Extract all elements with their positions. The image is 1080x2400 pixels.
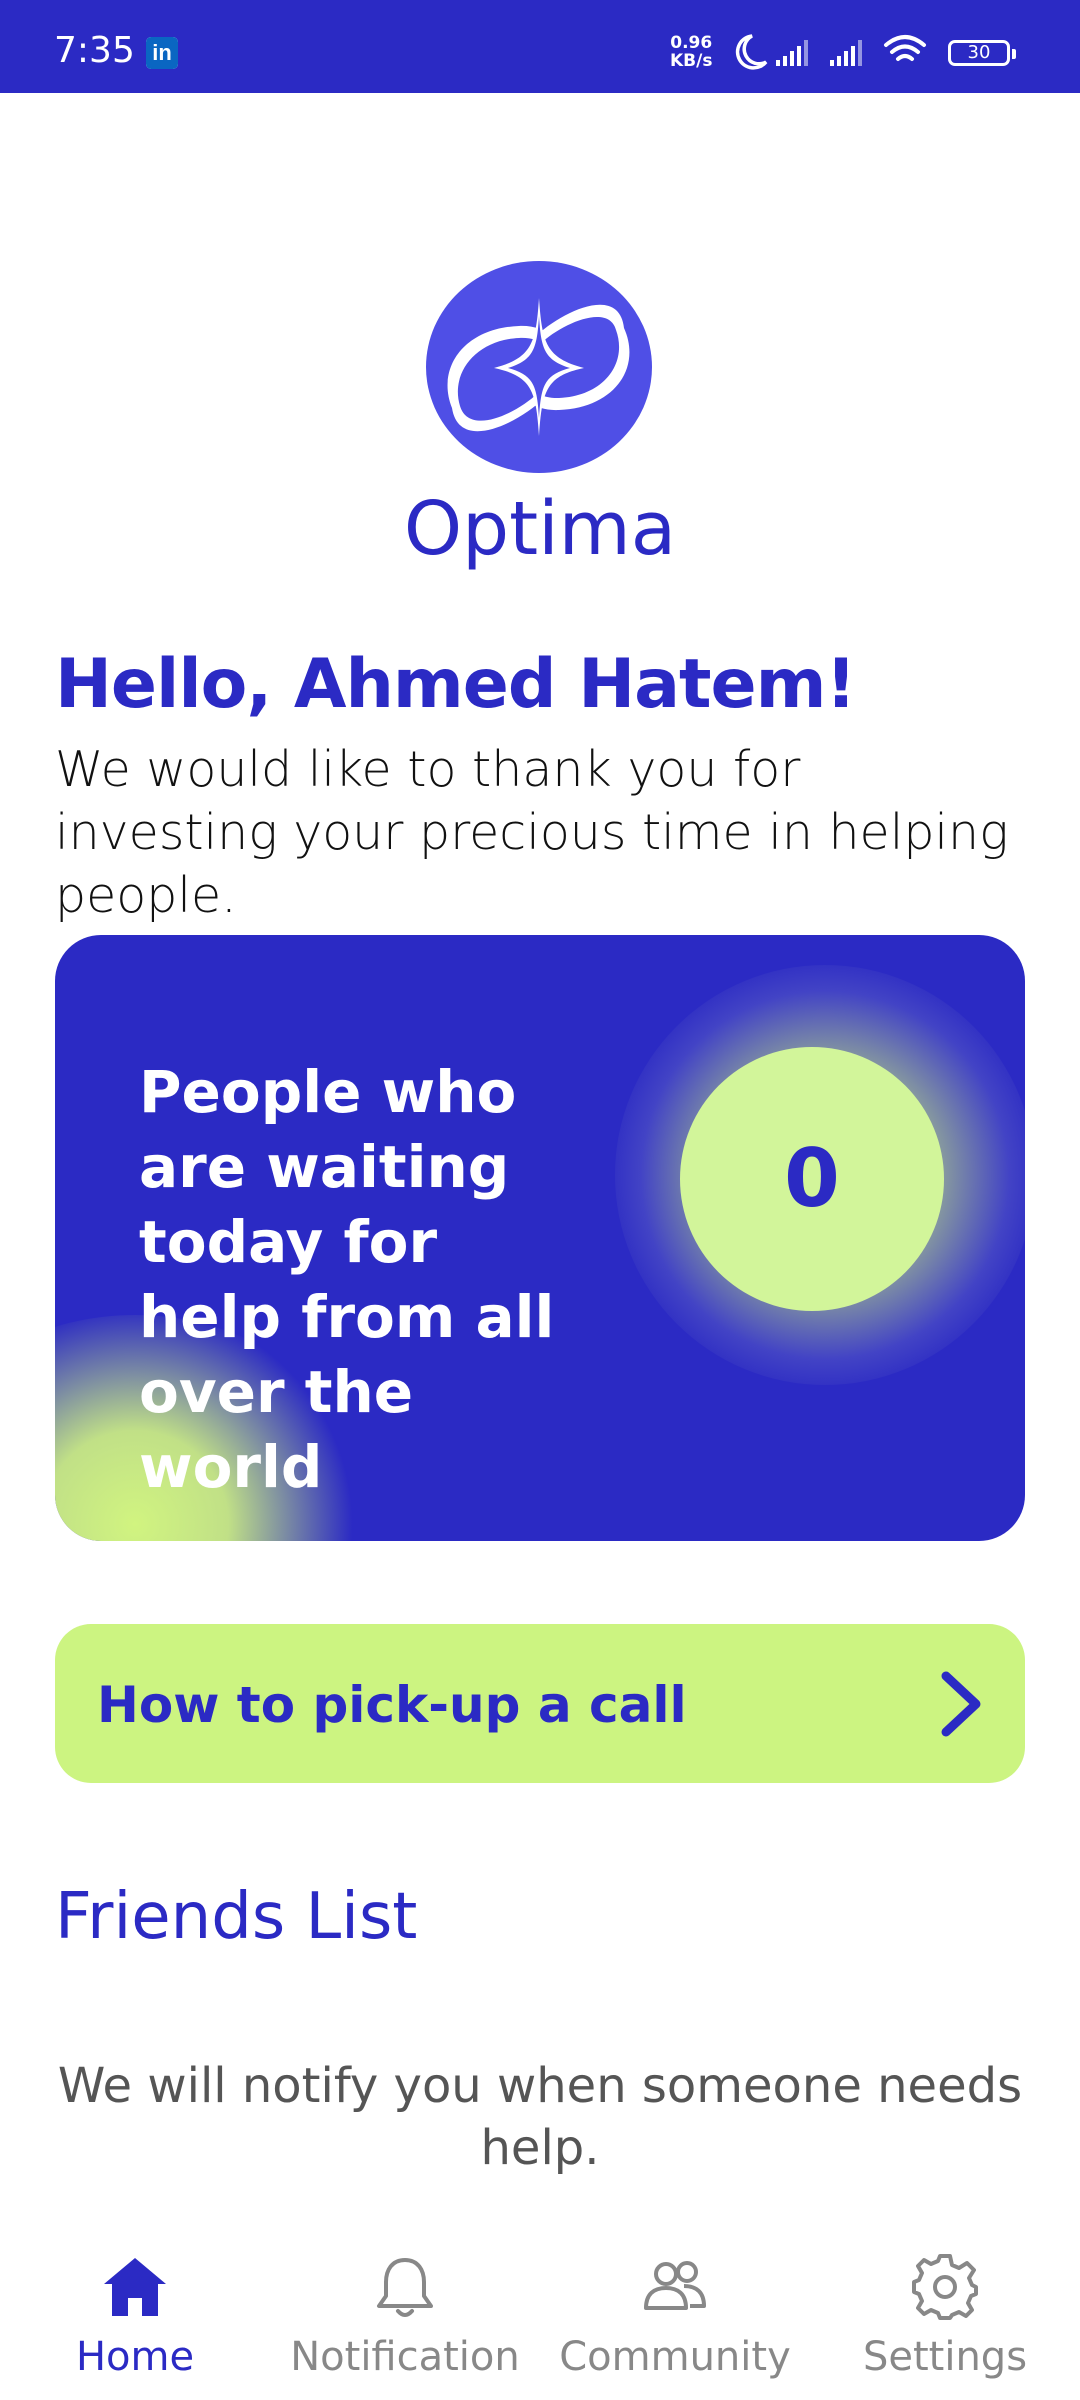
friends-empty-message: We will notify you when someone needs he… bbox=[0, 2055, 1080, 2179]
moon-icon bbox=[735, 34, 768, 70]
people-icon bbox=[644, 2261, 706, 2310]
bell-icon bbox=[377, 2258, 433, 2317]
signal-icon-1 bbox=[776, 40, 808, 66]
network-speed: 0.96 KB/s bbox=[670, 34, 712, 70]
bottom-navigation: Home Notification Community Settings bbox=[0, 2240, 1080, 2400]
greeting-text: We would like to thank you for investing… bbox=[55, 741, 1009, 924]
friends-list-title: Friends List bbox=[55, 1880, 418, 1954]
nav-community-label: Community bbox=[559, 2334, 791, 2380]
chevron-right-icon bbox=[941, 1671, 981, 1737]
optima-logo-icon bbox=[426, 261, 652, 473]
nav-settings-label: Settings bbox=[862, 2334, 1028, 2380]
waiting-count: 0 bbox=[680, 1047, 944, 1311]
how-to-pickup-call-button[interactable]: How to pick-up a call bbox=[55, 1624, 1025, 1783]
status-time: 7:35 bbox=[54, 30, 135, 71]
wifi-icon bbox=[884, 35, 926, 61]
friends-empty-message-text: We will notify you when someone needs he… bbox=[57, 2058, 1023, 2176]
linkedin-notification-icon: in bbox=[146, 37, 178, 69]
waiting-people-card: 0 People who are waiting today for help … bbox=[55, 935, 1025, 1541]
status-bar: 7:35 in 0.96 KB/s 30 bbox=[0, 0, 1080, 93]
home-icon bbox=[104, 2258, 166, 2316]
pickup-button-label: How to pick-up a call bbox=[97, 1676, 687, 1734]
nav-notification[interactable]: Notification bbox=[270, 2240, 540, 2400]
signal-icon-2 bbox=[830, 40, 862, 66]
nav-notification-label: Notification bbox=[290, 2334, 520, 2380]
gear-icon bbox=[912, 2254, 978, 2320]
network-speed-unit: KB/s bbox=[670, 51, 713, 71]
brand-name: Optima bbox=[403, 486, 677, 572]
nav-community[interactable]: Community bbox=[540, 2240, 810, 2400]
nav-home-label: Home bbox=[75, 2334, 195, 2380]
waiting-card-text: People who are waiting today for help fr… bbox=[139, 1058, 555, 1501]
battery-icon: 30 bbox=[948, 40, 1016, 66]
nav-settings[interactable]: Settings bbox=[810, 2240, 1080, 2400]
nav-home[interactable]: Home bbox=[0, 2240, 270, 2400]
network-speed-value: 0.96 bbox=[670, 33, 713, 53]
greeting-title: Hello, Ahmed Hatem! bbox=[55, 645, 857, 724]
